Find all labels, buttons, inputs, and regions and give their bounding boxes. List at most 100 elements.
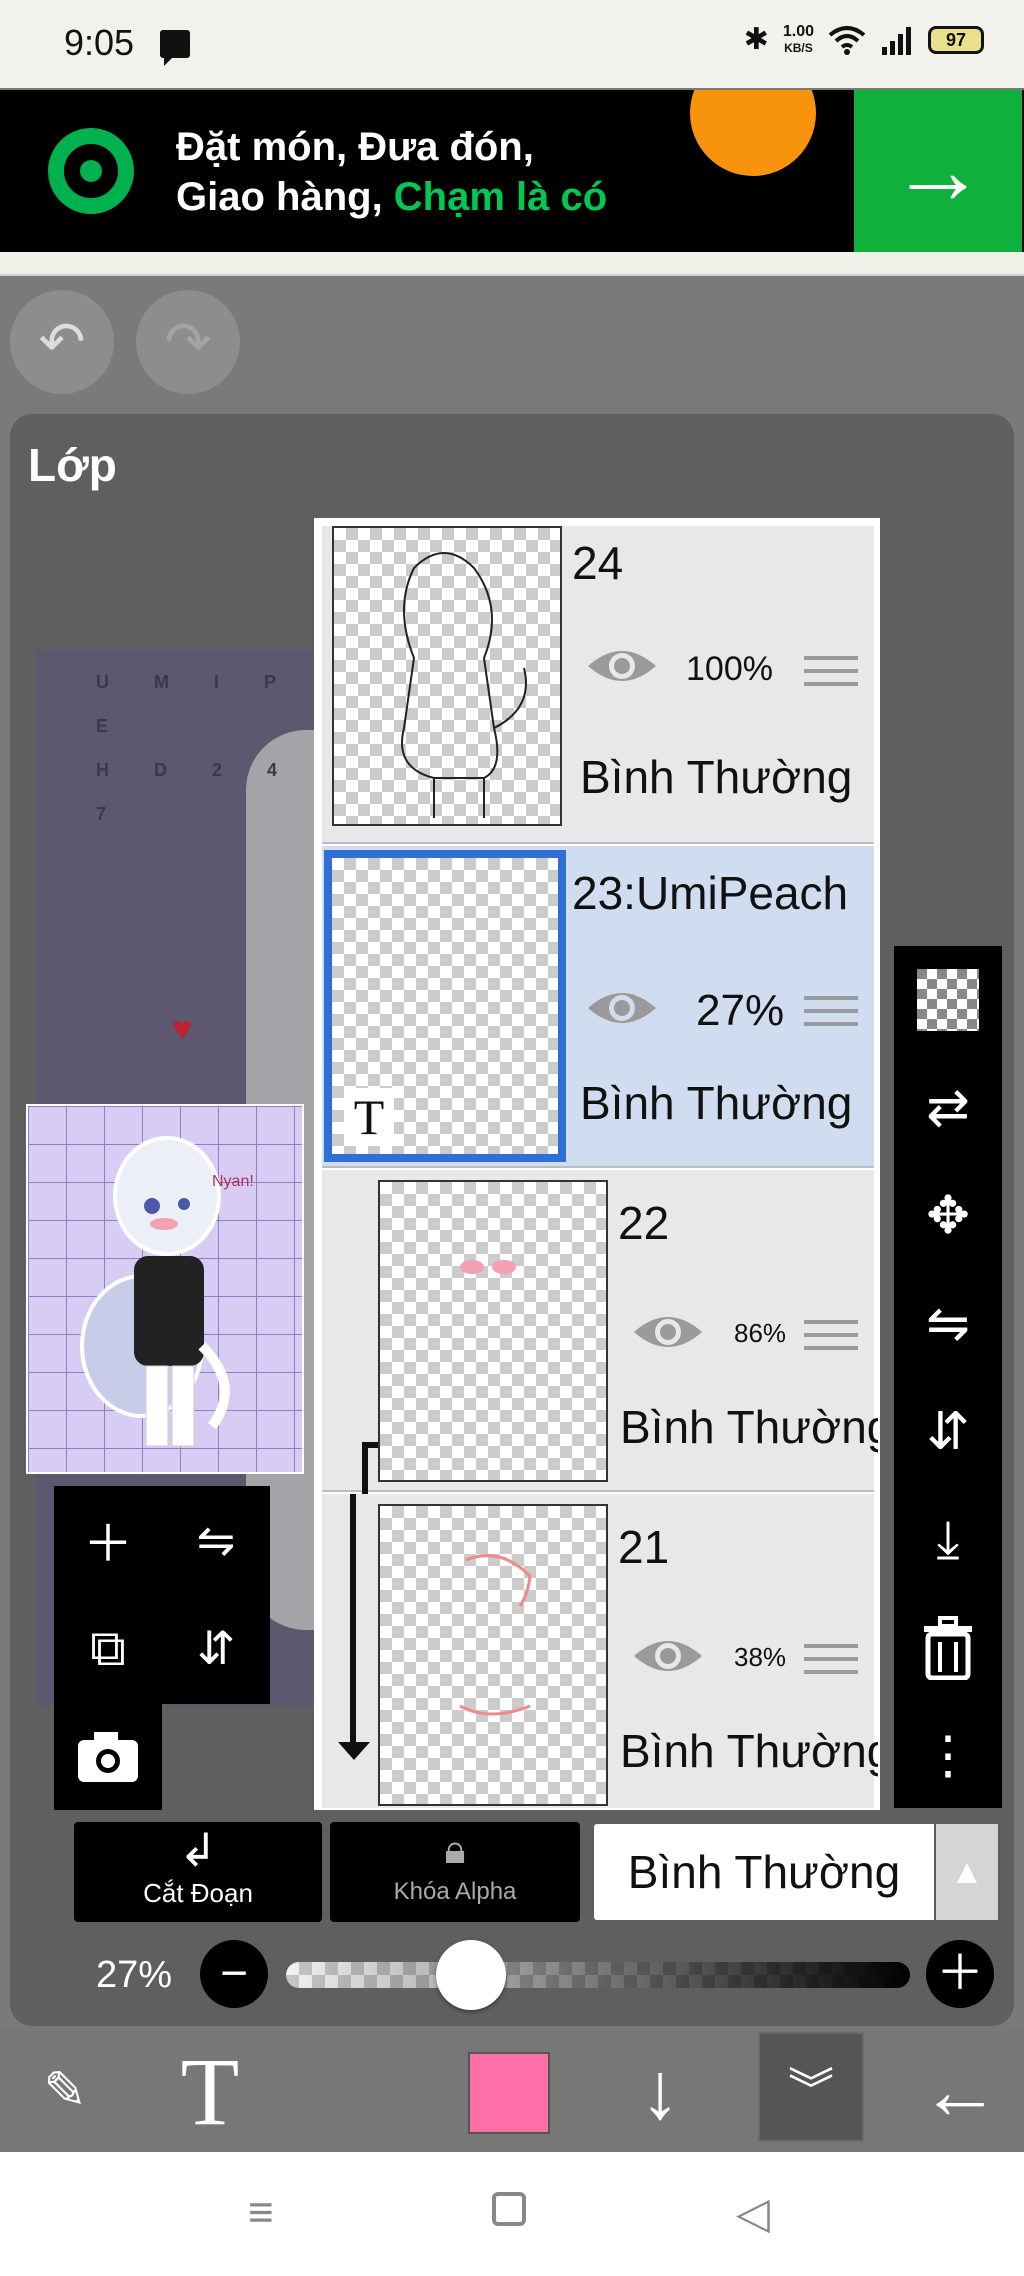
- blush-mark: [460, 1260, 484, 1274]
- ad-text: Đặt món, Đưa đón, Giao hàng, Chạm là có: [176, 122, 607, 222]
- alpha-lock-label: Khóa Alpha: [393, 1878, 517, 1905]
- text-tool-button[interactable]: T: [160, 2030, 260, 2152]
- add-layer-button[interactable]: ＋: [54, 1486, 162, 1594]
- ad-arrow-button[interactable]: →: [854, 90, 1022, 252]
- back-button[interactable]: ←: [910, 2030, 1010, 2152]
- home-button[interactable]: [492, 2192, 526, 2226]
- arrow-down-button[interactable]: ↓: [620, 2030, 700, 2152]
- blend-mode-dropdown-button[interactable]: ▲: [936, 1824, 998, 1920]
- wifi-icon: [828, 25, 866, 55]
- flip-horizontal-icon: ⇋: [196, 1514, 236, 1566]
- navigator-thumbnail[interactable]: Nyan!: [26, 1104, 304, 1474]
- lashes-preview: [459, 1554, 532, 1716]
- lock-icon: 🔒︎: [444, 1828, 466, 1872]
- eye-icon[interactable]: [586, 986, 658, 1030]
- flip-vertical-layer-button[interactable]: ⇵: [894, 1378, 1002, 1486]
- flip-vertical-icon: ⇵: [196, 1622, 236, 1674]
- delete-layer-button[interactable]: [894, 1594, 1002, 1702]
- layer-thumbnail: [378, 1504, 608, 1806]
- layer-blend-mode: Bình Thường: [620, 1725, 880, 1777]
- layer-row[interactable]: 21 38% Bình Thường: [322, 1494, 878, 1808]
- eye-icon[interactable]: [632, 1310, 704, 1354]
- layer-row-selected[interactable]: T 23:UmiPeach 27% Bình Thường: [322, 846, 874, 1168]
- alpha-lock-button[interactable]: 🔒︎ Khóa Alpha: [330, 1822, 580, 1922]
- drag-handle-icon[interactable]: [804, 996, 858, 1036]
- plus-icon: ＋: [83, 1516, 133, 1572]
- clip-arrow-icon: [338, 1742, 370, 1760]
- flip-horizontal-button[interactable]: ⇋: [162, 1486, 270, 1594]
- layer-thumbnail: T: [324, 850, 566, 1162]
- opacity-slider[interactable]: [286, 1940, 910, 2010]
- layer-opacity: 100%: [686, 650, 773, 688]
- ad-banner[interactable]: Đặt món, Đưa đón, Giao hàng, Chạm là có …: [0, 90, 1024, 252]
- merge-down-button[interactable]: ⤓: [894, 1486, 1002, 1594]
- flip-vertical-icon: ⇵: [926, 1403, 970, 1461]
- system-back-button[interactable]: ◁: [736, 2188, 770, 2239]
- flip-horizontal-layer-button[interactable]: ⇋: [894, 1270, 1002, 1378]
- undo-button[interactable]: ↶: [10, 290, 114, 394]
- blend-mode-select[interactable]: Bình Thường: [594, 1824, 934, 1920]
- drag-handle-icon[interactable]: [804, 1320, 858, 1360]
- layer-blend-mode: Bình Thường: [620, 1401, 880, 1453]
- more-options-button[interactable]: ⋮: [894, 1702, 1002, 1810]
- flip-vertical-button[interactable]: ⇵: [162, 1594, 270, 1702]
- layer-tool-column: ⇄ ✥ ⇋ ⇵ ⤓ ⋮: [894, 946, 1002, 1808]
- eye-icon[interactable]: [586, 644, 658, 688]
- layer-row[interactable]: 22 86% Bình Thường: [322, 1170, 878, 1494]
- text-layer-badge: T: [344, 1088, 394, 1146]
- layer-row[interactable]: 24 100% Bình Thường: [322, 526, 874, 844]
- opacity-value: 27%: [96, 1954, 173, 1996]
- message-icon: [160, 30, 190, 66]
- layer-list[interactable]: 24 100% Bình Thường T 23:UmiPeach 27% Bì…: [314, 518, 880, 1810]
- drag-handle-icon[interactable]: [804, 1644, 858, 1684]
- watermark-line2: H D 2 4 7: [96, 760, 298, 824]
- watermark-line1: U M I P E: [96, 672, 296, 736]
- layer-name: 24: [572, 537, 624, 589]
- move-button[interactable]: ✥: [894, 1162, 1002, 1270]
- bluetooth-icon: ✱: [743, 23, 769, 56]
- transparency-button[interactable]: [894, 946, 1002, 1054]
- plus-icon: ＋: [935, 1947, 984, 2000]
- clipping-label: Cắt Đoạn: [143, 1878, 253, 1908]
- layer-blend-mode: Bình Thường: [580, 751, 853, 803]
- system-nav-bar: ≡ ◁: [0, 2152, 1024, 2276]
- trash-icon: [924, 1616, 972, 1680]
- opacity-decrease-button[interactable]: −: [200, 1940, 268, 2008]
- swap-layer-button[interactable]: ⇄: [894, 1054, 1002, 1162]
- move-icon: ✥: [926, 1187, 970, 1245]
- battery-icon: 97: [928, 25, 984, 54]
- triangle-up-icon: ▲: [950, 1852, 984, 1891]
- redo-icon: ↷: [164, 310, 212, 373]
- bottom-toolbar: ✎ T ↓ ︾ ←: [0, 2030, 1024, 2152]
- menu-button[interactable]: ≡: [248, 2188, 274, 2238]
- collapse-panel-button[interactable]: ︾: [758, 2032, 864, 2142]
- canvas-watermark: U M I P E H D 2 4 7: [96, 660, 336, 836]
- layer-thumbnail: [378, 1180, 608, 1482]
- swap-icon: ⇄: [926, 1079, 970, 1137]
- layer-opacity: 27%: [696, 986, 785, 1035]
- camera-button[interactable]: [54, 1702, 162, 1810]
- layer-name: 23:UmiPeach: [572, 867, 849, 919]
- color-swatch[interactable]: [468, 2052, 550, 2134]
- eye-icon[interactable]: [632, 1634, 704, 1678]
- opacity-slider-thumb[interactable]: [436, 1940, 506, 2010]
- grab-logo-icon: [48, 128, 134, 214]
- ad-decoration: [690, 90, 816, 176]
- clip-arrow-icon: ↲: [178, 1824, 218, 1876]
- layer-blend-mode: Bình Thường: [580, 1077, 853, 1129]
- duplicate-layer-button[interactable]: ⧉: [54, 1594, 162, 1702]
- menu-icon: ≡: [248, 2188, 274, 2237]
- redo-button[interactable]: ↷: [136, 290, 240, 394]
- character-illustration: Nyan!: [80, 1136, 254, 1447]
- signal-icon: [882, 26, 911, 55]
- opacity-increase-button[interactable]: ＋: [926, 1940, 994, 2008]
- status-icons: ✱ 1.00 KB/S 97: [744, 22, 984, 57]
- copy-layer-icon: ⧉: [90, 1619, 126, 1676]
- pen-eraser-icon: ✎: [43, 2062, 87, 2120]
- layer-thumbnail: [332, 526, 562, 826]
- sketch-preview: [401, 552, 527, 818]
- brush-eraser-toggle[interactable]: ✎: [10, 2030, 120, 2152]
- download-icon: ⤓: [936, 1510, 960, 1569]
- drag-handle-icon[interactable]: [804, 656, 858, 696]
- clipping-button[interactable]: ↲ Cắt Đoạn: [74, 1822, 322, 1922]
